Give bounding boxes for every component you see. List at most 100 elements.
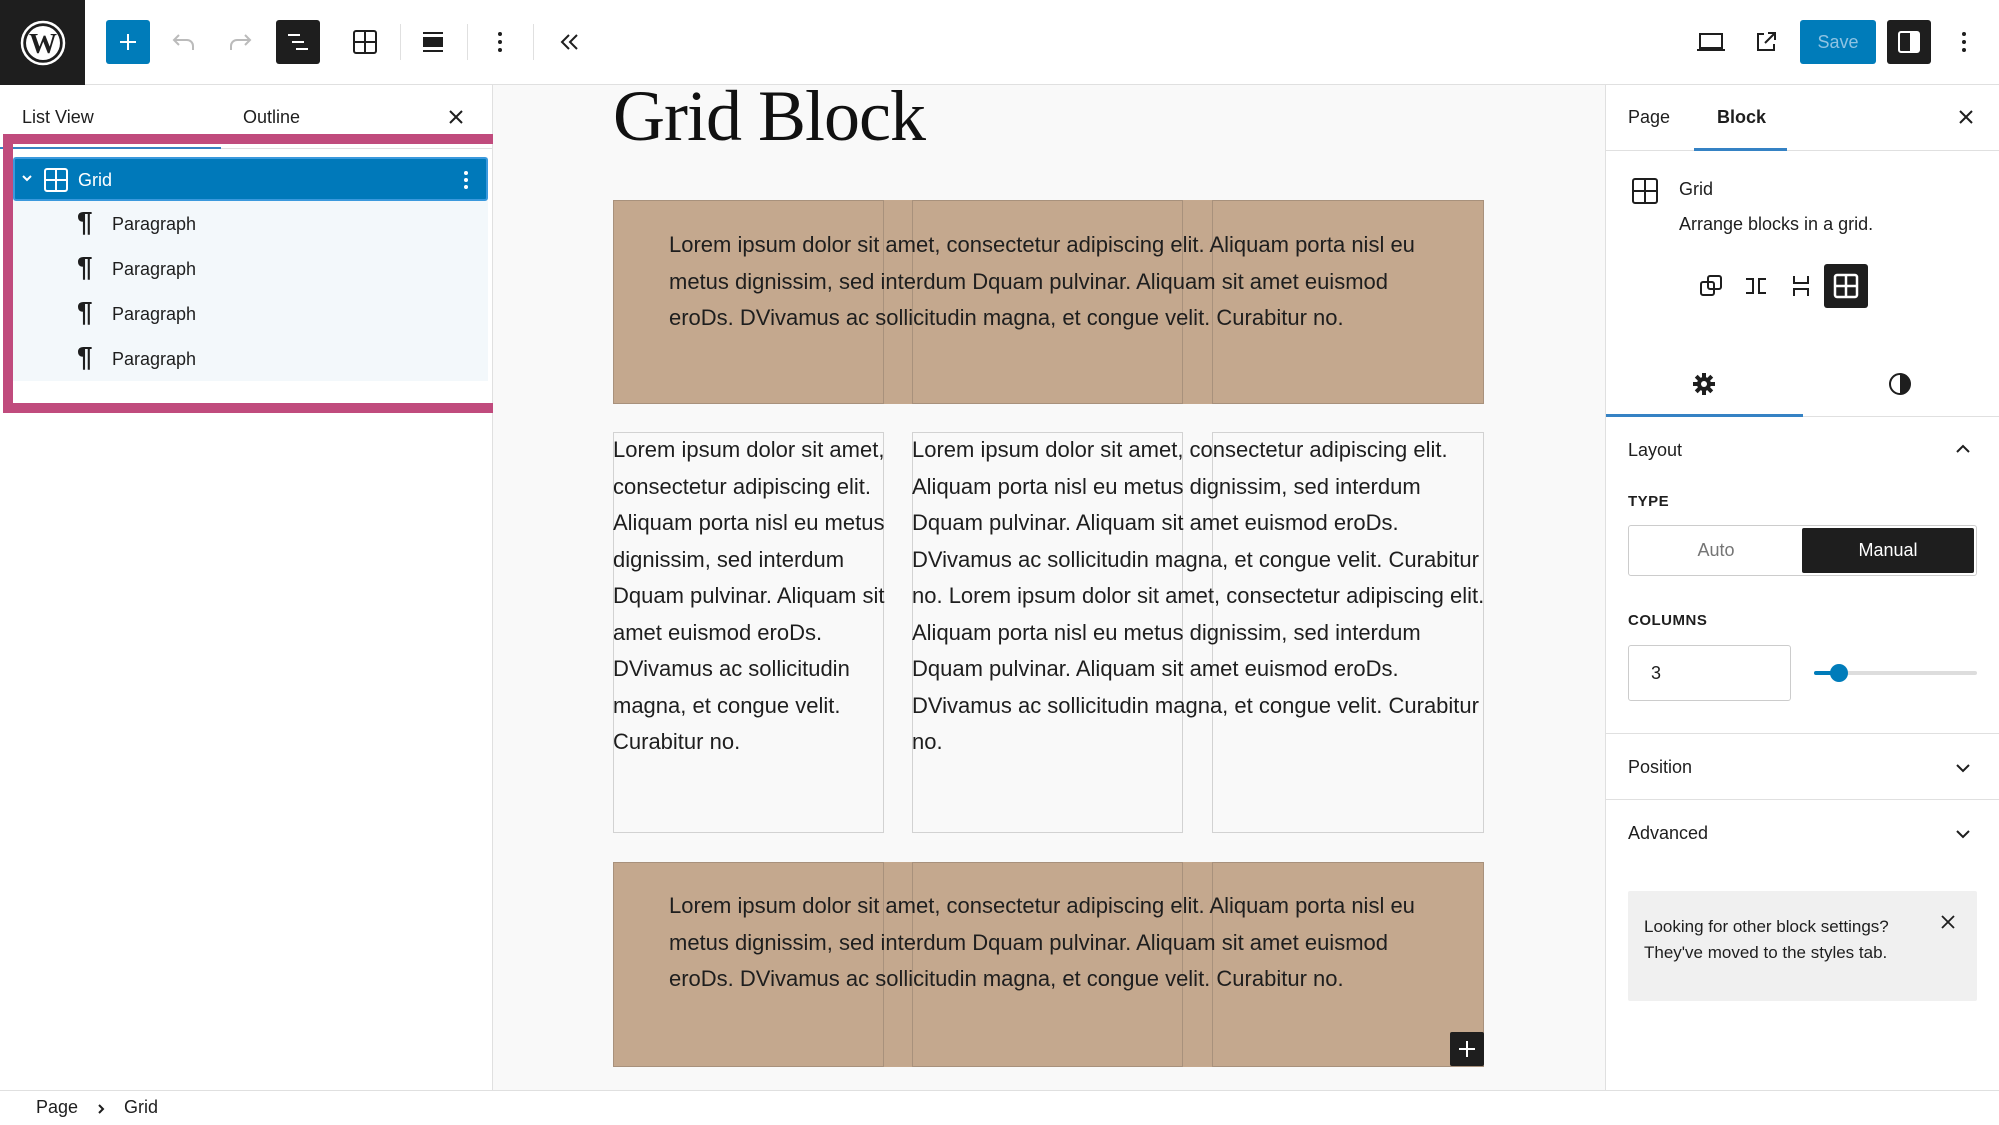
undo-button[interactable] — [162, 20, 206, 64]
toolbar-separator — [400, 24, 401, 60]
paragraph-block[interactable]: Lorem ipsum dolor sit amet, consectetur … — [669, 888, 1449, 998]
section-divider — [1606, 799, 1999, 800]
wordpress-logo[interactable]: W — [0, 0, 85, 85]
breadcrumb-grid[interactable]: Grid — [124, 1097, 158, 1118]
more-vertical-icon[interactable] — [463, 170, 469, 190]
redo-icon — [230, 34, 252, 50]
styles-tab[interactable] — [1888, 372, 1912, 396]
more-vertical-icon — [1962, 32, 1966, 52]
block-inserter-button[interactable] — [106, 20, 150, 64]
grid-block-button[interactable] — [343, 20, 387, 64]
block-options-button[interactable] — [478, 20, 522, 64]
undo-icon — [172, 34, 194, 50]
position-panel-title[interactable]: Position — [1628, 757, 1692, 778]
columns-label: COLUMNS — [1628, 612, 1708, 629]
settings-panel: Page Block Grid Arrange blocks in a grid… — [1605, 85, 1999, 1090]
plus-icon — [120, 34, 136, 50]
settings-sidebar-button[interactable] — [1887, 20, 1931, 64]
close-icon — [1959, 110, 1973, 124]
styles-contrast-icon — [1889, 373, 1911, 395]
section-divider — [1606, 733, 1999, 734]
tab-block[interactable]: Block — [1717, 107, 1766, 128]
list-view-button[interactable] — [276, 20, 320, 64]
columns-slider[interactable] — [1814, 663, 1977, 683]
active-tab-indicator — [1694, 148, 1787, 151]
tabs-divider — [1606, 150, 1999, 151]
block-tree: Grid ¶ Paragraph ¶ Paragraph ¶ Paragraph… — [13, 157, 488, 381]
add-block-button[interactable] — [1450, 1032, 1484, 1066]
editor-canvas[interactable]: Grid Block Lorem ipsum dolor sit amet, c… — [493, 76, 1605, 1090]
advanced-panel-title[interactable]: Advanced — [1628, 823, 1708, 844]
tab-list-view[interactable]: List View — [22, 107, 94, 128]
list-item-label: Paragraph — [112, 349, 197, 369]
editor-header: W Save — [0, 0, 1999, 85]
desktop-preview-icon — [1697, 33, 1725, 51]
list-item-paragraph[interactable]: ¶ Paragraph — [13, 336, 488, 381]
active-tab-indicator — [0, 147, 221, 149]
styles-moved-notice: Looking for other block settings? They'v… — [1628, 891, 1977, 1001]
external-link-icon — [1757, 32, 1776, 51]
slider-thumb[interactable] — [1829, 664, 1848, 682]
notice-text: Looking for other block settings? They'v… — [1644, 917, 1889, 962]
paragraph-block[interactable]: Lorem ipsum dolor sit amet, consectetur … — [912, 432, 1487, 761]
align-button[interactable] — [411, 20, 455, 64]
type-manual-option[interactable]: Manual — [1802, 528, 1974, 573]
list-item-label: Grid — [78, 170, 113, 190]
chevron-double-left-icon — [560, 34, 578, 50]
sidebar-toggle-icon — [1898, 31, 1920, 53]
chevron-down-icon[interactable] — [1955, 763, 1971, 773]
list-item-paragraph[interactable]: ¶ Paragraph — [13, 246, 488, 291]
list-item-paragraph[interactable]: ¶ Paragraph — [13, 201, 488, 246]
plus-icon — [1459, 1041, 1475, 1057]
block-breadcrumb: Page Grid — [0, 1090, 1999, 1125]
more-vertical-icon — [498, 32, 502, 52]
variation-row-button[interactable] — [1734, 264, 1778, 308]
chevron-down-icon[interactable] — [21, 174, 33, 184]
save-button[interactable]: Save — [1800, 20, 1876, 64]
paragraph-block[interactable]: Lorem ipsum dolor sit amet, consectetur … — [669, 227, 1449, 337]
svg-text:W: W — [29, 29, 57, 60]
pilcrow-icon: ¶ — [77, 206, 93, 237]
tab-outline[interactable]: Outline — [243, 107, 300, 128]
settings-gear-icon — [1693, 373, 1715, 395]
layout-panel-title[interactable]: Layout — [1628, 440, 1682, 461]
options-button[interactable] — [1942, 20, 1986, 64]
list-view-icon — [288, 34, 308, 50]
list-view-panel: List View Outline Grid ¶ Paragraph ¶ Par… — [0, 85, 529, 1090]
pilcrow-icon: ¶ — [77, 341, 93, 372]
block-description: Arrange blocks in a grid. — [1679, 214, 1874, 234]
type-auto-option[interactable]: Auto — [1629, 526, 1803, 575]
close-list-view-button[interactable] — [448, 109, 464, 125]
list-item-label: Paragraph — [112, 304, 197, 324]
layout-type-toggle: Auto Manual — [1628, 525, 1977, 576]
variation-stack-button[interactable] — [1779, 264, 1823, 308]
list-item-grid[interactable]: Grid — [13, 157, 488, 201]
toolbar-separator — [533, 24, 534, 60]
tabs-divider — [221, 148, 493, 149]
block-name: Grid — [1679, 179, 1714, 199]
view-page-button[interactable] — [1744, 20, 1788, 64]
active-tab-indicator — [1606, 414, 1803, 417]
list-item-label: Paragraph — [112, 214, 197, 234]
list-item-paragraph[interactable]: ¶ Paragraph — [13, 291, 488, 336]
redo-button[interactable] — [218, 20, 262, 64]
paragraph-block[interactable]: Lorem ipsum dolor sit amet, consectetur … — [613, 432, 888, 761]
close-settings-button[interactable] — [1958, 109, 1974, 125]
group-icon — [1700, 275, 1722, 296]
settings-tab[interactable] — [1692, 372, 1716, 396]
align-full-width-icon — [423, 32, 443, 52]
variation-group-button[interactable] — [1689, 264, 1733, 308]
variation-grid-button[interactable] — [1824, 264, 1868, 308]
tab-page[interactable]: Page — [1628, 107, 1670, 128]
close-icon[interactable] — [1941, 915, 1955, 929]
pilcrow-icon: ¶ — [77, 251, 93, 282]
page-title[interactable]: Grid Block — [613, 75, 926, 158]
stack-icon — [1793, 276, 1809, 296]
chevron-down-icon[interactable] — [1955, 829, 1971, 839]
preview-device-button[interactable] — [1689, 20, 1733, 64]
collapse-toolbar-button[interactable] — [548, 20, 592, 64]
grid-icon — [353, 30, 377, 54]
chevron-up-icon[interactable] — [1955, 444, 1971, 454]
columns-input[interactable]: 3 — [1628, 645, 1791, 701]
breadcrumb-page[interactable]: Page — [36, 1097, 78, 1118]
